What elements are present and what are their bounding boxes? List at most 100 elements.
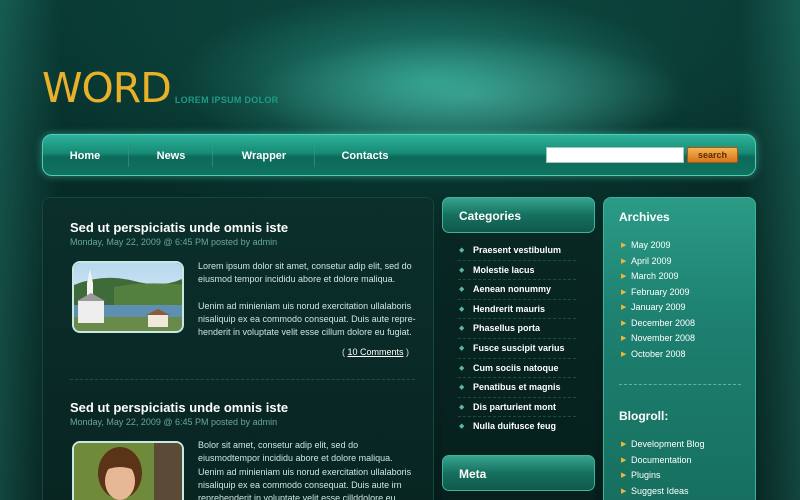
blogroll-item[interactable]: ▶ Documentation [621, 453, 705, 469]
category-label: Penatibus et magnis [473, 382, 561, 393]
boy-portrait-image[interactable] [72, 441, 184, 500]
category-item[interactable]: ◆ Molestie lacus [458, 261, 576, 281]
nav-wrapper[interactable]: Wrapper [229, 135, 299, 177]
bullet-icon: ◆ [459, 364, 465, 372]
archive-item[interactable]: ▶ October 2008 [621, 347, 695, 363]
arrow-right-icon: ▶ [621, 257, 627, 265]
post-excerpt: Bolor sit amet, consetur adip elit, sed … [198, 439, 420, 500]
categories-title: Categories [442, 197, 595, 233]
arrow-right-icon: ▶ [621, 472, 627, 479]
post-paragraph: Lorem ipsum dolor sit amet, consetur adi… [198, 261, 412, 285]
logo-tagline: LOREM IPSUM DOLOR [174, 95, 279, 105]
category-item[interactable]: ◆ Hendrerit mauris [458, 300, 576, 320]
nav-contacts[interactable]: Contacts [331, 135, 399, 177]
category-label: Cum sociis natoque [473, 362, 559, 373]
bullet-icon: ◆ [459, 325, 465, 333]
post-divider [70, 379, 415, 380]
nav-separator [314, 145, 315, 167]
category-label: Hendrerit mauris [473, 303, 546, 314]
archive-label: January 2009 [631, 302, 686, 312]
post-title[interactable]: Sed ut perspiciatis unde omnis iste [70, 400, 415, 415]
main-nav: Home News Wrapper Contacts search [42, 134, 756, 176]
category-item[interactable]: ◆ Dis parturient mont [458, 398, 576, 418]
arrow-right-icon: ▶ [621, 456, 627, 464]
category-item[interactable]: ◆ Phasellus porta [458, 319, 576, 339]
meta-widget: Meta [442, 455, 595, 491]
nav-home[interactable]: Home [57, 135, 113, 177]
archive-item[interactable]: ▶ December 2008 [621, 316, 695, 332]
meta-title: Meta [442, 455, 595, 491]
archives-divider [619, 384, 741, 385]
archive-item[interactable]: ▶ April 2009 [621, 254, 695, 270]
archive-item[interactable]: ▶ February 2009 [621, 285, 695, 301]
archive-label: February 2009 [631, 286, 690, 297]
category-label: Phasellus porta [473, 323, 541, 334]
category-item[interactable]: ◆ Aenean nonummy [458, 280, 576, 300]
archive-label: May 2009 [631, 240, 671, 250]
blogroll-label: Plugins [631, 470, 661, 480]
post: Sed ut perspiciatis unde omnis iste Mond… [70, 400, 415, 427]
archive-label: March 2009 [631, 271, 679, 281]
category-label: Fusce suscipit varius [473, 342, 565, 353]
paren-close: ) [406, 347, 409, 357]
nav-separator [128, 145, 129, 167]
post-paragraph: Uenim ad minieniam uis norud exercitatio… [198, 300, 416, 338]
bullet-icon: ◆ [459, 266, 465, 274]
archive-item[interactable]: ▶ November 2008 [621, 331, 695, 347]
category-item[interactable]: ◆ Cum sociis natoque [458, 359, 576, 379]
category-item[interactable]: ◆ Praesent vestibulum [458, 241, 576, 261]
bullet-icon: ◆ [459, 423, 465, 431]
blogroll-label: Documentation [631, 454, 692, 465]
search-input[interactable] [546, 147, 684, 163]
comments-link[interactable]: 10 Comments [347, 347, 403, 357]
blogroll-item[interactable]: ▶ Development Blog [621, 437, 705, 453]
archive-item[interactable]: ▶ May 2009 [621, 238, 695, 254]
search-button[interactable]: search [687, 147, 738, 163]
site-logo[interactable]: WORD LOREM IPSUM DOLOR [42, 68, 278, 109]
archive-label: October 2008 [631, 348, 686, 359]
bullet-icon: ◆ [459, 344, 465, 352]
category-label: Molestie lacus [473, 264, 535, 275]
categories-list: ◆ Praesent vestibulum ◆ Molestie lacus ◆ Ae… [442, 241, 595, 437]
arrow-right-icon: ▶ [621, 304, 627, 311]
blogroll-label: Development Blog [631, 439, 705, 449]
archives-title: Archives [619, 210, 670, 224]
nav-news[interactable]: News [143, 135, 199, 177]
comments-line: ( 10 Comments ) [342, 347, 409, 357]
archive-label: April 2009 [631, 255, 672, 266]
arrow-right-icon: ▶ [621, 288, 627, 296]
archive-item[interactable]: ▶ January 2009 [621, 300, 695, 316]
category-item[interactable]: ◆ Nulla duifusce feug [458, 417, 576, 437]
blogroll-item[interactable]: ▶ Suggest Ideas [621, 484, 705, 500]
arrow-right-icon: ▶ [621, 319, 627, 327]
arrow-right-icon: ▶ [621, 273, 627, 280]
blogroll-title: Blogroll: [619, 409, 669, 423]
arrow-right-icon: ▶ [621, 335, 627, 342]
category-item[interactable]: ◆ Penatibus et magnis [458, 378, 576, 398]
post-paragraph: Bolor sit amet, consetur adip elit, sed … [198, 440, 412, 500]
bullet-icon: ◆ [459, 403, 465, 411]
archive-label: December 2008 [631, 317, 696, 328]
blogroll-label: Suggest Ideas [631, 485, 689, 496]
arrow-right-icon: ▶ [621, 242, 627, 249]
paren-open: ( [341, 347, 345, 357]
church-landscape-image[interactable] [72, 261, 184, 333]
post-meta: Monday, May 22, 2009 @ 6:45 PM posted by… [70, 237, 278, 247]
blogroll-item[interactable]: ▶ Plugins [621, 468, 705, 484]
blogroll-list: ▶ Development Blog ▶ Documentation ▶ Plugin… [621, 437, 705, 499]
category-item[interactable]: ◆ Fusce suscipit varius [458, 339, 576, 359]
arrow-right-icon: ▶ [621, 441, 627, 448]
nav-separator [212, 145, 213, 167]
arrow-right-icon: ▶ [621, 487, 627, 495]
category-label: Nulla duifusce feug [473, 421, 557, 432]
post-title[interactable]: Sed ut perspiciatis unde omnis iste [70, 220, 415, 235]
archives-widget: Archives ▶ May 2009 ▶ April 2009 ▶ March 20… [603, 197, 756, 500]
bullet-icon: ◆ [459, 286, 465, 294]
archive-item[interactable]: ▶ March 2009 [621, 269, 695, 285]
logo-word: WORD [42, 64, 172, 112]
post: Sed ut perspiciatis unde omnis iste Mond… [70, 220, 415, 247]
bullet-icon: ◆ [459, 384, 465, 392]
category-label: Aenean nonummy [473, 284, 552, 295]
bullet-icon: ◆ [459, 305, 465, 313]
archives-list: ▶ May 2009 ▶ April 2009 ▶ March 2009 ▶ Febru… [621, 238, 695, 362]
